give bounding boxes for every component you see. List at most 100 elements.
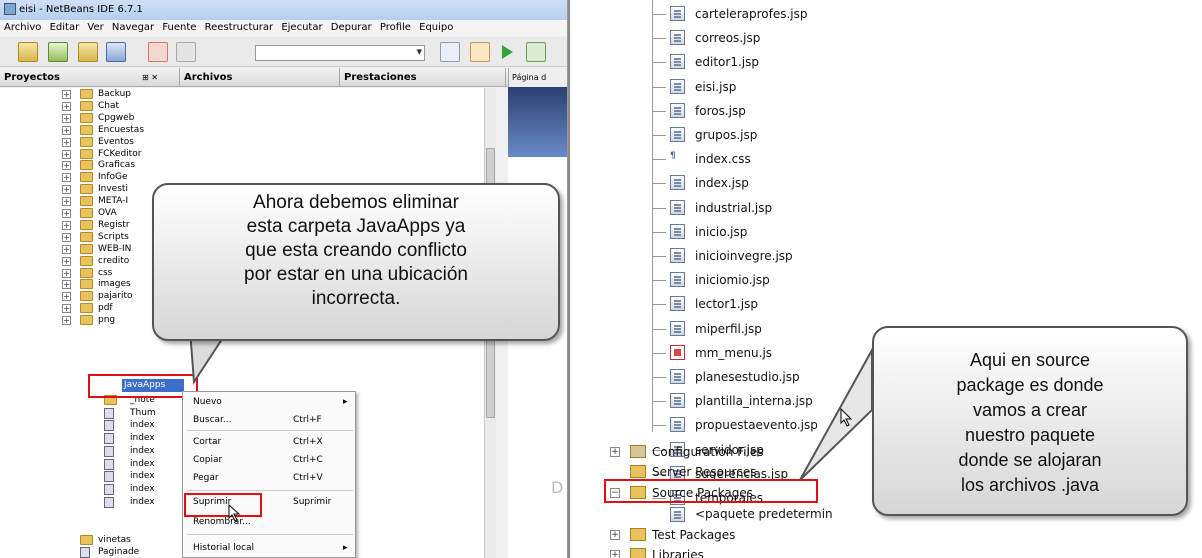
new-file-icon[interactable] [18, 42, 38, 62]
tree-item[interactable]: Thum [130, 407, 156, 419]
tree-item[interactable]: css [98, 267, 112, 279]
tree-expander-icon[interactable]: + [62, 161, 71, 171]
tree-expander-icon[interactable]: + [610, 447, 620, 457]
menu-ver[interactable]: Ver [87, 22, 103, 33]
tree-item[interactable]: pajarito [98, 290, 132, 302]
tree-expander-icon[interactable]: + [62, 220, 71, 230]
menu-ejecutar[interactable]: Ejecutar [281, 22, 322, 33]
file-item[interactable]: industrial.jsp [695, 199, 772, 217]
tree-item[interactable]: index [130, 419, 155, 431]
tree-item[interactable]: vinetas [98, 534, 131, 546]
tree-item[interactable]: WEB-IN [98, 243, 131, 255]
tree-item[interactable]: InfoGe [98, 171, 128, 183]
tree-expander-icon[interactable]: + [62, 173, 71, 183]
menu-profile[interactable]: Profile [380, 22, 411, 33]
tree-item[interactable]: Scripts [98, 231, 129, 243]
tree-expander-icon[interactable]: + [62, 137, 71, 147]
menu-reestructurar[interactable]: Reestructurar [205, 22, 274, 33]
tree-expander-icon[interactable]: + [62, 149, 71, 159]
file-item[interactable]: inicioinvegre.jsp [695, 247, 793, 265]
menu-fuente[interactable]: Fuente [162, 22, 196, 33]
tree-expander-icon[interactable]: + [62, 90, 71, 99]
tree-expander-icon[interactable]: + [610, 530, 620, 540]
tree-item[interactable]: images [98, 278, 131, 290]
file-item[interactable]: eisi.jsp [695, 78, 736, 96]
configuration-combo[interactable] [255, 45, 425, 61]
tree-expander-icon[interactable]: + [62, 209, 71, 218]
redo-icon[interactable] [176, 42, 196, 62]
tree-item[interactable]: META-I [98, 195, 128, 207]
tree-item[interactable]: pdf [98, 302, 113, 314]
tree-item[interactable]: index [130, 432, 155, 444]
tree-expander-icon[interactable]: + [62, 256, 71, 266]
tree-item[interactable]: credito [98, 255, 129, 267]
default-package-item[interactable]: <paquete predetermin [695, 505, 833, 523]
open-project-icon[interactable] [78, 42, 98, 62]
pane-controls[interactable]: ⊞ ✕ [142, 68, 158, 87]
editor-tab[interactable]: Página d [508, 68, 567, 87]
tree-item[interactable]: index [130, 445, 155, 457]
tree-item[interactable]: png [98, 314, 115, 326]
tab-archivos[interactable]: Archivos [180, 68, 340, 87]
context-menu-item[interactable]: Pegar Ctrl+V [183, 470, 357, 486]
tree-expander-icon[interactable]: + [62, 316, 71, 326]
tree-expander-icon[interactable]: + [610, 550, 620, 558]
file-item[interactable]: carteleraprofes.jsp [695, 5, 807, 23]
tree-expander-icon[interactable]: + [62, 232, 71, 242]
tree-item[interactable]: Paginade [98, 546, 139, 558]
file-item[interactable]: grupos.jsp [695, 126, 757, 144]
tree-expander-icon[interactable]: + [62, 197, 71, 207]
file-item[interactable]: index.jsp [695, 174, 749, 192]
file-item[interactable]: inicio.jsp [695, 223, 747, 241]
file-item[interactable]: miperfil.jsp [695, 320, 762, 338]
tree-item[interactable]: Eventos [98, 136, 134, 148]
tree-node-libs[interactable]: Libraries [652, 546, 704, 558]
context-menu-item[interactable]: Historial local ▸ [183, 540, 357, 556]
save-all-icon[interactable] [106, 42, 126, 62]
tree-expander-icon[interactable]: + [62, 101, 71, 111]
tree-expander-icon[interactable]: + [62, 125, 71, 135]
tree-item[interactable]: Cpgweb [98, 112, 134, 124]
tree-expander-icon[interactable]: + [62, 280, 71, 290]
tree-node-config[interactable]: Configuration Files [652, 443, 764, 461]
tree-expander-icon[interactable]: + [62, 268, 71, 278]
tree-item[interactable]: FCKeditor [98, 148, 141, 160]
tree-item[interactable]: OVA [98, 207, 117, 219]
tree-item[interactable]: Encuestas [98, 124, 144, 136]
tree-item[interactable]: index [130, 458, 155, 470]
tree-item[interactable]: Investi [98, 183, 128, 195]
clean-build-icon[interactable] [470, 42, 490, 62]
file-item[interactable]: index.css [695, 150, 751, 168]
file-item[interactable]: iniciomio.jsp [695, 271, 770, 289]
tree-expander-icon[interactable]: + [62, 244, 71, 254]
tree-item[interactable]: index [130, 470, 155, 482]
context-menu-item[interactable]: Nuevo ▸ [183, 394, 357, 410]
tree-expander-icon[interactable]: + [62, 292, 71, 302]
tab-prestaciones[interactable]: Prestaciones [340, 68, 506, 87]
tree-item[interactable]: Graficas [98, 159, 135, 171]
tree-node-test[interactable]: Test Packages [652, 526, 735, 544]
file-item[interactable]: correos.jsp [695, 29, 760, 47]
run-icon[interactable] [500, 42, 514, 62]
file-item[interactable]: foros.jsp [695, 102, 746, 120]
file-item[interactable]: lector1.jsp [695, 295, 758, 313]
tab-proyectos[interactable]: Proyectos ⊞ ✕ [0, 68, 180, 87]
tree-expander-icon[interactable]: + [62, 113, 71, 123]
tree-item[interactable]: index [130, 483, 155, 495]
menu-editar[interactable]: Editar [50, 22, 80, 33]
menu-depurar[interactable]: Depurar [331, 22, 372, 33]
file-item[interactable]: editor1.jsp [695, 53, 759, 71]
tree-expander-icon[interactable]: + [62, 304, 71, 314]
tree-item[interactable]: Registr [98, 219, 130, 231]
menu-equipo[interactable]: Equipo [419, 22, 453, 33]
tree-expander-icon[interactable]: + [62, 185, 71, 195]
new-project-icon[interactable] [48, 42, 68, 62]
context-menu-item[interactable]: Cortar Ctrl+X [183, 434, 357, 450]
tree-item[interactable]: index [130, 496, 155, 508]
hammer-build-icon[interactable] [440, 42, 460, 62]
menu-archivo[interactable]: Archivo [4, 22, 41, 33]
tree-item[interactable]: Backup [98, 88, 131, 100]
context-menu-item[interactable]: Buscar... Ctrl+F [183, 412, 357, 428]
undo-icon[interactable] [148, 42, 168, 62]
menu-navegar[interactable]: Navegar [112, 22, 154, 33]
